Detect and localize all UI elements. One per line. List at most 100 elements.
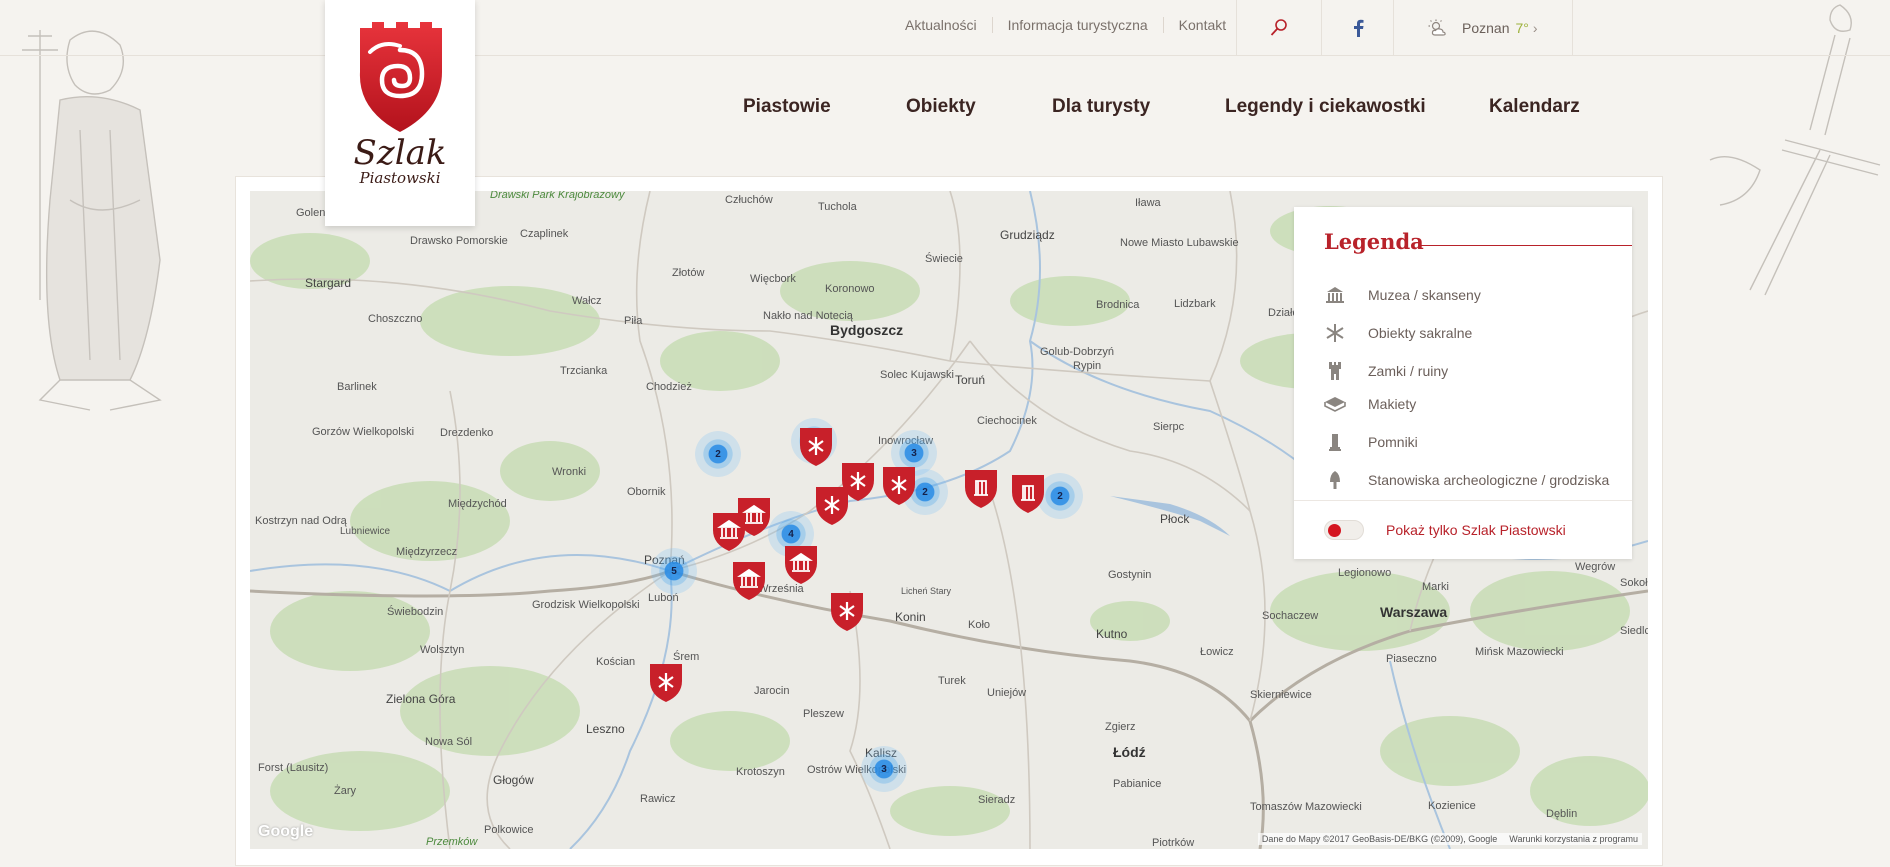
- map-label: Drawski Park Krajobrazowy: [490, 191, 625, 201]
- map-label: Turek: [938, 675, 966, 687]
- map-label: Płock: [1160, 512, 1190, 526]
- map-label: Wegrów: [1575, 561, 1616, 573]
- weather-cloud-sun-icon: [1428, 19, 1446, 36]
- map-label: Siedlce: [1620, 625, 1648, 637]
- map-label: Wolsztyn: [420, 644, 465, 656]
- map-marker-sacral[interactable]: [882, 464, 916, 506]
- map-label: Drezdenko: [440, 427, 494, 439]
- map-label: Gorzów Wielkopolski: [312, 426, 415, 438]
- legend-item-museum[interactable]: Muzea / skanseny: [1324, 285, 1481, 305]
- map-marker-sacral[interactable]: [830, 590, 864, 632]
- map-label: Rawicz: [640, 793, 676, 805]
- map-label: Grudziądz: [1000, 228, 1055, 242]
- map-label: Forst (Lausitz): [258, 762, 329, 774]
- map-marker-sacral[interactable]: [815, 484, 849, 526]
- map-cluster[interactable]: 5: [651, 548, 697, 594]
- map-label: Uniejów: [987, 687, 1027, 699]
- archaeology-icon: [1324, 470, 1346, 490]
- model-icon: [1324, 394, 1346, 414]
- search-button[interactable]: [1236, 0, 1321, 56]
- map-label: Kutno: [1096, 627, 1128, 641]
- map-label: Złotów: [672, 267, 705, 279]
- map-label: Stargard: [305, 276, 352, 290]
- toggle-switch[interactable]: [1324, 520, 1364, 540]
- map-label: Obornik: [627, 486, 666, 498]
- cluster-count: 5: [671, 565, 677, 577]
- nav-piastowie[interactable]: Piastowie: [743, 96, 831, 118]
- site-logo[interactable]: Szlak Piastowski: [325, 0, 475, 226]
- map-marker-museum[interactable]: [784, 543, 818, 585]
- map-label: Przemków: [426, 836, 478, 848]
- map-label: Polkowice: [484, 824, 534, 836]
- piast-trail-toggle[interactable]: Pokaż tylko Szlak Piastowski: [1324, 520, 1566, 540]
- legend-item-label: Pomniki: [1368, 434, 1418, 450]
- logo-shield-icon: [359, 22, 442, 132]
- map-label: Solec Kujawski: [880, 369, 954, 381]
- legend-item-model[interactable]: Makiety: [1324, 394, 1416, 414]
- top-icons: Poznan 7° ›: [1236, 0, 1573, 56]
- decorative-king-sketch: [22, 30, 162, 411]
- map-label: Sokołów: [1620, 577, 1648, 589]
- legend-item-sacral[interactable]: Obiekty sakralne: [1324, 323, 1472, 343]
- map-label: Więcbork: [750, 273, 796, 285]
- logo-name: Szlak: [353, 133, 447, 173]
- map-label: Krotoszyn: [736, 766, 785, 778]
- map-terms-link[interactable]: Warunki korzystania z programu: [1509, 834, 1638, 844]
- legend-title: Legenda: [1324, 229, 1424, 254]
- map-label: Piotrków: [1152, 837, 1195, 849]
- cluster-count: 2: [922, 486, 928, 498]
- map-label: Nakło nad Notecią: [763, 310, 853, 322]
- facebook-icon: [1353, 19, 1363, 37]
- nav-dla-turysty[interactable]: Dla turysty: [1052, 96, 1150, 118]
- map-marker-monument[interactable]: [1011, 472, 1045, 514]
- map-cluster[interactable]: 2: [695, 431, 741, 477]
- nav-legendy[interactable]: Legendy i ciekawostki: [1225, 96, 1426, 118]
- map-legend: Legenda Muzea / skanseny Obiekty sakraln…: [1294, 207, 1632, 559]
- map-label: Wałcz: [572, 295, 602, 307]
- map-label: Międzychód: [448, 498, 507, 510]
- map-label: Leszno: [586, 722, 625, 736]
- map-label: Sieradz: [978, 794, 1016, 806]
- map-marker-sacral[interactable]: [799, 425, 833, 467]
- legend-item-monument[interactable]: Pomniki: [1324, 432, 1418, 452]
- map-label: Łódź: [1113, 744, 1146, 760]
- map-label: Lidzbark: [1174, 298, 1216, 310]
- map-label: Kościan: [596, 656, 636, 668]
- map-label: Tomaszów Mazowiecki: [1250, 801, 1362, 813]
- map-label: Brodnica: [1096, 299, 1140, 311]
- map-label: Skierniewice: [1250, 689, 1312, 701]
- top-link-contact[interactable]: Kontakt: [1164, 17, 1241, 33]
- logo-subtitle: Piastowski: [359, 169, 441, 187]
- map-label: Mińsk Mazowiecki: [1475, 646, 1564, 658]
- top-link-tourist-info[interactable]: Informacja turystyczna: [993, 17, 1164, 33]
- map-marker-sacral[interactable]: [649, 661, 683, 703]
- top-link-news[interactable]: Aktualności: [890, 17, 993, 33]
- main-navigation: Piastowie Obiekty Dla turysty Legendy i …: [0, 96, 1890, 126]
- weather-widget[interactable]: Poznan 7° ›: [1393, 0, 1573, 56]
- legend-item-label: Obiekty sakralne: [1368, 325, 1473, 341]
- facebook-link[interactable]: [1321, 0, 1393, 56]
- cluster-count: 4: [788, 528, 794, 540]
- legend-item-castle[interactable]: Zamki / ruiny: [1324, 361, 1448, 381]
- nav-kalendarz[interactable]: Kalendarz: [1489, 96, 1580, 118]
- weather-temperature: 7°: [1515, 20, 1529, 36]
- map-label: Legionowo: [1338, 567, 1392, 579]
- legend-item-archaeology[interactable]: Stanowiska archeologiczne / grodziska: [1324, 470, 1609, 490]
- map-label: Lubniewice: [340, 526, 391, 537]
- top-links: Aktualności Informacja turystyczna Konta…: [890, 0, 1241, 50]
- search-icon: [1270, 19, 1287, 36]
- map-marker-museum[interactable]: [732, 559, 766, 601]
- map-label: Sierpc: [1153, 421, 1185, 433]
- map-cluster[interactable]: 3: [861, 746, 907, 792]
- sacral-icon: [1324, 323, 1346, 343]
- map-label: Sochaczew: [1262, 610, 1319, 622]
- map-label: Licheń Stary: [901, 586, 952, 596]
- nav-obiekty[interactable]: Obiekty: [906, 96, 976, 118]
- map-label: Bydgoszcz: [830, 322, 904, 338]
- castle-icon: [1324, 361, 1346, 381]
- map-label: Nowe Miasto Lubawskie: [1120, 237, 1239, 249]
- map-marker-monument[interactable]: [964, 467, 998, 509]
- map-label: Świebodzin: [387, 606, 444, 618]
- map-marker-museum[interactable]: [712, 510, 746, 552]
- map-label: Człuchów: [725, 194, 773, 206]
